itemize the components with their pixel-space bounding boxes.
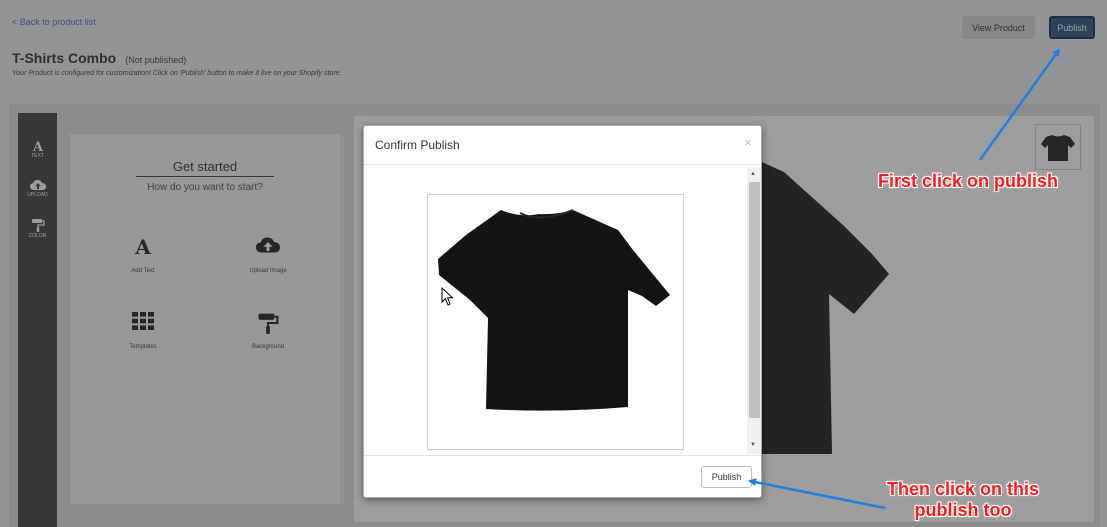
arrow-to-top-publish bbox=[978, 48, 1061, 161]
arrow-to-dialog-publish bbox=[748, 478, 886, 510]
annotation-second-line2: publish too bbox=[914, 500, 1012, 520]
annotation-second-line1: Then click on this bbox=[886, 479, 1040, 499]
annotation-second-click: Then click on this publish too bbox=[870, 479, 1056, 521]
annotation-arrows bbox=[748, 48, 1061, 510]
annotation-first-click: First click on publish bbox=[878, 171, 1059, 191]
